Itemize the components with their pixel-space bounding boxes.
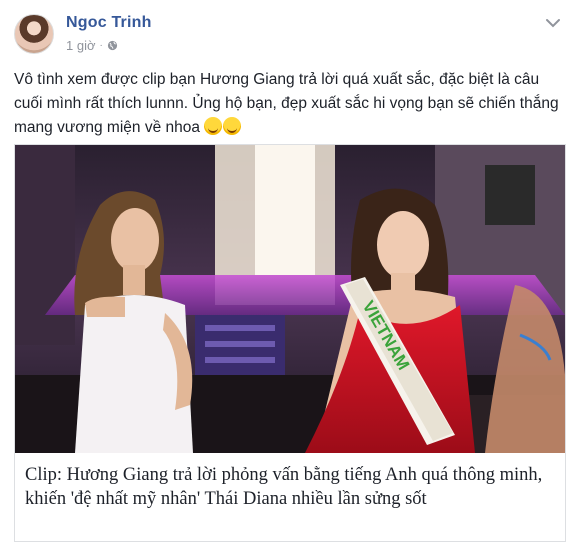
shared-link-card[interactable]: VIETNAM Clip: Hương Giang trả lời phỏng …: [14, 144, 566, 542]
author-avatar[interactable]: [14, 14, 54, 54]
post-time[interactable]: 1 giờ: [66, 38, 96, 53]
grinning-sweat-emoji-icon: [223, 117, 242, 135]
grinning-sweat-emoji-icon: [204, 117, 223, 135]
post-meta: 1 giờ ·: [66, 38, 118, 53]
link-photo[interactable]: VIETNAM: [15, 145, 565, 453]
globe-icon: [107, 40, 117, 51]
post-text-container: Vô tình xem được clip bạn Hương Giang tr…: [14, 68, 566, 140]
facebook-post: Ngoc Trinh 1 giờ · Vô tình xem được clip…: [0, 0, 580, 547]
author-name[interactable]: Ngoc Trinh: [66, 14, 152, 32]
chevron-down-icon[interactable]: [544, 16, 562, 30]
link-title[interactable]: Clip: Hương Giang trả lời phỏng vấn bằng…: [25, 463, 555, 511]
meta-separator: ·: [99, 40, 103, 51]
post-text: Vô tình xem được clip bạn Hương Giang tr…: [14, 71, 559, 136]
